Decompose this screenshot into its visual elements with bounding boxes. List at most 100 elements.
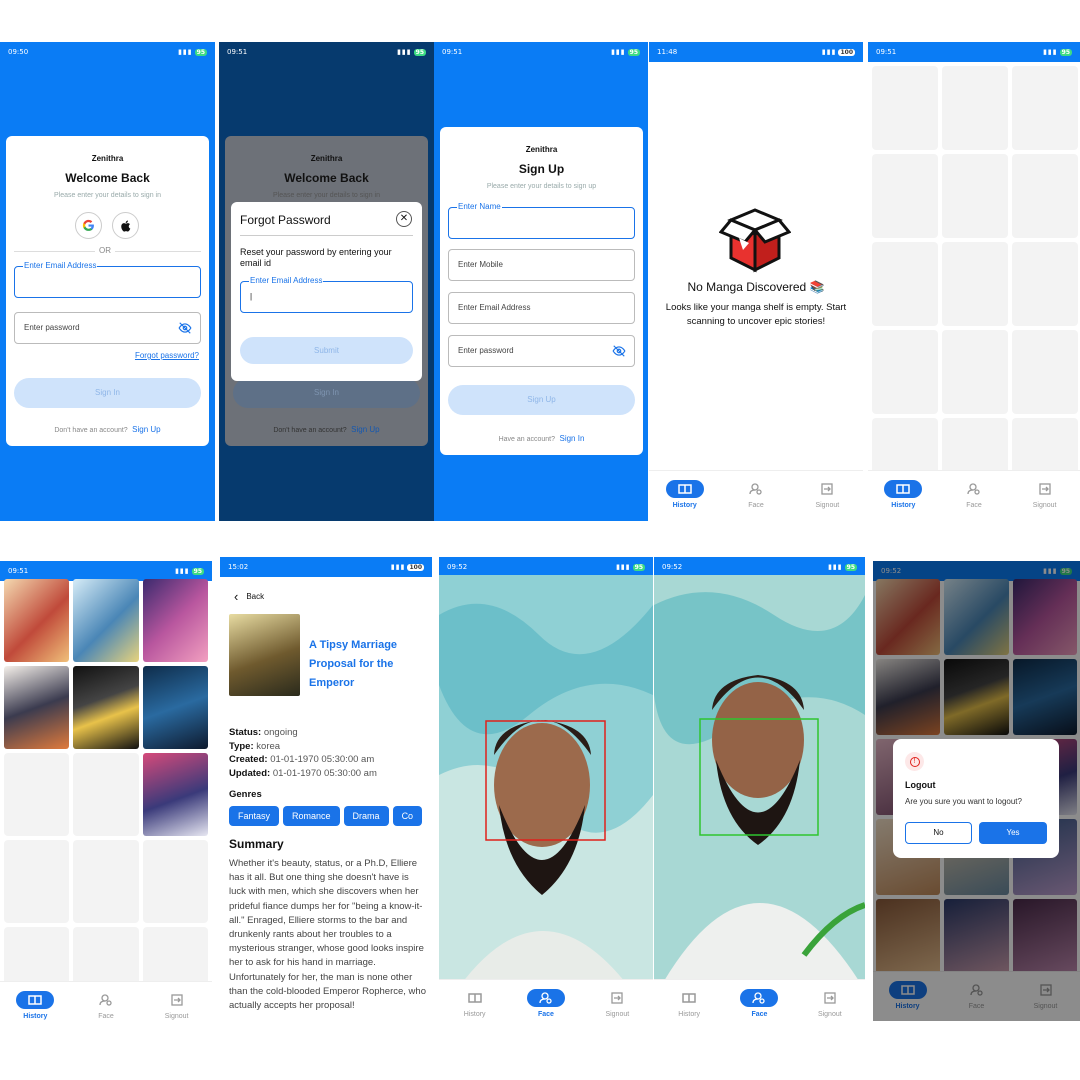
face-scan-screen: 09:52 ▮▮▮ 95 History Face Signout xyxy=(439,557,653,1028)
google-signin-button[interactable] xyxy=(75,212,102,239)
eye-off-icon[interactable] xyxy=(178,322,192,334)
empty-box-icon xyxy=(719,208,791,273)
mobile-field[interactable]: Enter Mobile xyxy=(448,249,635,281)
skeleton-cell xyxy=(73,840,139,923)
type-label: Type: xyxy=(229,740,254,752)
email-field[interactable]: Enter Email Address xyxy=(448,292,635,324)
face-detected-screen: 09:52 ▮▮▮ 95 History Face Signout xyxy=(654,557,865,1028)
close-icon[interactable]: ✕ xyxy=(396,211,412,227)
status-bar: 09:51 ▮▮▮ 95 xyxy=(0,561,212,581)
signout-icon xyxy=(1038,483,1051,495)
signout-icon xyxy=(824,992,836,1004)
email-field[interactable]: Enter Email Address xyxy=(14,261,201,298)
tab-label: Signout xyxy=(605,1011,630,1018)
tab-label: History xyxy=(891,502,916,509)
bottom-tab-bar: History Face Signout xyxy=(654,979,865,1028)
status-value: ongoing xyxy=(263,727,298,738)
tab-history[interactable]: History xyxy=(5,991,65,1020)
skeleton-cell xyxy=(1012,242,1078,326)
battery-indicator: 95 xyxy=(413,48,426,56)
skeleton-cell xyxy=(872,154,938,238)
status-time: 09:50 xyxy=(8,48,29,56)
manga-cover[interactable] xyxy=(142,579,208,662)
signup-screen: 09:51 ▮▮▮ 95 Zenithra Sign Up Please enter… xyxy=(434,42,648,521)
skeleton-cell xyxy=(1012,66,1078,150)
status-bar: 11:48 ▮▮▮ 100 xyxy=(649,42,863,62)
skeleton-cell xyxy=(4,840,70,923)
face-scan-icon xyxy=(752,992,766,1004)
skeleton-cell xyxy=(142,840,208,923)
tab-signout[interactable]: Signout xyxy=(147,991,207,1020)
tab-face[interactable]: Face xyxy=(729,989,789,1018)
battery-indicator: 100 xyxy=(838,48,855,56)
tab-face[interactable]: Face xyxy=(726,480,786,509)
signin-card: Zenithra Welcome Back Please enter your … xyxy=(6,136,209,446)
signin-button: Sign In xyxy=(233,378,420,408)
manga-cover[interactable] xyxy=(73,666,139,749)
status-bar: 09:50 ▮▮▮ 95 xyxy=(8,48,207,56)
tab-history[interactable]: History xyxy=(873,480,933,509)
tab-signout[interactable]: Signout xyxy=(1015,480,1075,509)
password-field[interactable]: Enter password xyxy=(448,335,635,367)
signin-screen: 09:50 ▮▮▮ 95 Zenithra Welcome Back Please … xyxy=(0,42,215,521)
eye-off-icon[interactable] xyxy=(612,345,626,357)
tab-face[interactable]: Face xyxy=(516,989,576,1018)
manga-cover[interactable] xyxy=(73,579,139,662)
no-button[interactable]: No xyxy=(905,822,972,844)
password-field[interactable]: Enter password xyxy=(14,312,201,344)
email-label: Enter Email Address xyxy=(249,276,324,286)
tab-history[interactable]: History xyxy=(445,989,505,1018)
signin-button[interactable]: Sign In xyxy=(14,378,201,408)
forgot-password-link[interactable]: Forgot password? xyxy=(135,351,199,360)
battery-indicator: 100 xyxy=(407,563,424,571)
signin-link[interactable]: Sign In xyxy=(559,434,584,443)
status-bar: 09:51 ▮▮▮ 95 xyxy=(442,48,640,56)
tab-label: Signout xyxy=(164,1013,189,1020)
name-field[interactable]: Enter Name xyxy=(448,202,635,239)
manga-cover[interactable] xyxy=(4,666,70,749)
email-label: Enter Email Address xyxy=(23,261,98,271)
skeleton-cell xyxy=(73,753,139,836)
genre-chip[interactable]: Romance xyxy=(283,806,340,826)
email-field[interactable]: Enter Email Address | xyxy=(240,276,413,313)
dialog-title: Forgot Password xyxy=(240,213,331,227)
status-time: 09:51 xyxy=(442,48,463,56)
status-time: 15:02 xyxy=(228,563,249,571)
status-bar: 15:02 ▮▮▮ 100 xyxy=(220,557,432,577)
submit-button[interactable]: Submit xyxy=(240,337,413,364)
tab-history[interactable]: History xyxy=(659,989,719,1018)
genre-chip[interactable]: Co xyxy=(392,806,423,826)
skeleton-cell xyxy=(4,753,70,836)
tab-signout[interactable]: Signout xyxy=(587,989,647,1018)
status-time: 09:52 xyxy=(447,563,468,571)
signup-link[interactable]: Sign Up xyxy=(132,425,160,434)
manga-cover[interactable] xyxy=(4,579,70,662)
bottom-tab-bar: History Face Signout xyxy=(0,981,212,1028)
back-button[interactable]: ‹ Back xyxy=(234,589,264,604)
status-time: 09:51 xyxy=(876,48,897,56)
camera-preview xyxy=(439,575,653,987)
page-title: Welcome Back xyxy=(284,171,369,185)
tab-label: Face xyxy=(751,1011,768,1018)
tab-face[interactable]: Face xyxy=(944,480,1004,509)
genre-chip[interactable]: Drama xyxy=(343,806,389,826)
yes-button[interactable]: Yes xyxy=(979,822,1047,844)
battery-indicator: 95 xyxy=(632,563,645,571)
signup-button[interactable]: Sign Up xyxy=(448,385,635,415)
tab-signout[interactable]: Signout xyxy=(800,989,860,1018)
brand-name: Zenithra xyxy=(525,145,558,154)
genre-chips: Fantasy Romance Drama Co xyxy=(229,806,426,826)
signout-icon xyxy=(170,994,183,1006)
tab-label: Face xyxy=(966,502,982,509)
apple-signin-button[interactable] xyxy=(112,212,139,239)
manga-cover[interactable] xyxy=(142,666,208,749)
skeleton-grid xyxy=(872,66,1078,502)
tab-signout[interactable]: Signout xyxy=(797,480,857,509)
dialog-message: Are you sure you want to logout? xyxy=(905,797,1022,806)
manga-cover[interactable] xyxy=(142,753,208,836)
tab-face[interactable]: Face xyxy=(76,991,136,1020)
chevron-left-icon: ‹ xyxy=(234,589,239,604)
tab-history[interactable]: History xyxy=(655,480,715,509)
genre-chip[interactable]: Fantasy xyxy=(229,806,280,826)
have-account-text: Have an account? xyxy=(498,436,556,443)
